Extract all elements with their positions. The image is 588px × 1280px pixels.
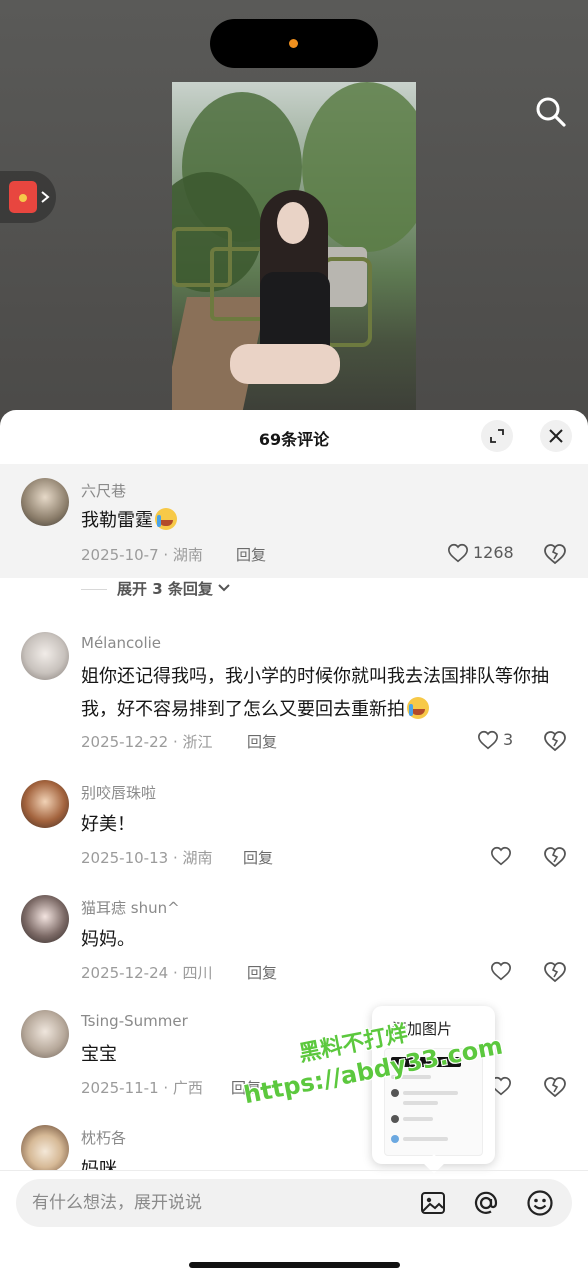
comment-item[interactable]: 别咬唇珠啦 好美！ 2025-10-13 · 湖南 回复 — [0, 772, 588, 872]
broken-heart-icon — [544, 1077, 566, 1098]
like-button[interactable]: 1268 — [447, 542, 517, 566]
reply-button[interactable]: 回复 — [247, 962, 277, 983]
like-button[interactable]: 3 — [477, 729, 517, 753]
comment-username[interactable]: Mélancolie — [81, 634, 161, 652]
at-icon[interactable] — [472, 1189, 500, 1217]
reply-button[interactable]: 回复 — [243, 847, 273, 868]
avatar[interactable] — [21, 895, 69, 943]
video-area[interactable] — [0, 0, 588, 430]
like-count: 1268 — [473, 543, 514, 562]
comment-username[interactable]: 别咬唇珠啦 — [81, 782, 156, 803]
chevron-down-icon — [218, 584, 230, 592]
avatar[interactable] — [21, 478, 69, 526]
dislike-button[interactable] — [543, 542, 567, 566]
heart-icon — [491, 846, 511, 866]
comment-text: 妈妈。 — [81, 923, 571, 956]
recent-screenshot-thumbnail[interactable] — [384, 1048, 483, 1156]
heart-icon — [491, 961, 511, 981]
broken-heart-icon — [544, 544, 566, 565]
comment-input-bar — [16, 1179, 572, 1227]
expand-replies-button[interactable]: 展开 3 条回复 — [81, 578, 230, 599]
comment-text: 好美！ — [81, 808, 571, 841]
avatar[interactable] — [21, 1125, 69, 1170]
avatar[interactable] — [21, 1010, 69, 1058]
comment-date-location: 2025-11-1 · 广西 — [81, 1079, 203, 1097]
comment-body: 姐你还记得我吗，我小学的时候你就叫我去法国排队等你抽我，好不容易排到了怎么又要回… — [81, 666, 549, 720]
comment-item[interactable]: Mélancolie 姐你还记得我吗，我小学的时候你就叫我去法国排队等你抽我，好… — [0, 624, 588, 754]
red-packet-button[interactable] — [0, 171, 56, 223]
chevron-right-icon — [41, 191, 50, 203]
close-button[interactable] — [540, 420, 572, 452]
comment-date-location: 2025-12-24 · 四川 — [81, 964, 213, 982]
add-image-label[interactable]: 添加图片 — [392, 1018, 452, 1039]
comment-body: 宝宝 — [81, 1044, 117, 1065]
crying-emoji-icon — [155, 508, 177, 530]
video-frame-photo[interactable] — [172, 82, 416, 430]
comment-date-location: 2025-12-22 · 浙江 — [81, 733, 213, 751]
comment-date-location: 2025-10-13 · 湖南 — [81, 849, 213, 867]
comment-body: 好美！ — [81, 814, 135, 835]
dislike-button[interactable] — [543, 729, 567, 753]
comment-item[interactable]: 六尺巷 我勒雷霆 2025-10-7 · 湖南 回复 1268 — [0, 464, 588, 578]
comment-text: 我勒雷霆 — [81, 504, 571, 537]
comment-item[interactable]: Tsing-Summer 宝宝 2025-11-1 · 广西 回复 — [0, 1002, 588, 1102]
comment-username[interactable]: 六尺巷 — [81, 480, 126, 501]
expand-replies-label: 展开 3 条回复 — [117, 580, 213, 598]
comment-body: 我勒雷霆 — [81, 510, 153, 531]
camera-indicator-dot — [289, 39, 298, 48]
comment-username[interactable]: 猫耳痣 shun^ — [81, 897, 180, 918]
comment-body: 妈咪 — [81, 1159, 117, 1170]
comment-body: 妈妈。 — [81, 929, 135, 950]
comment-username[interactable]: Tsing-Summer — [81, 1012, 188, 1030]
dislike-button[interactable] — [543, 960, 567, 984]
broken-heart-icon — [544, 962, 566, 983]
red-packet-icon — [9, 181, 37, 213]
dislike-button[interactable] — [543, 845, 567, 869]
dynamic-island — [210, 19, 378, 68]
comment-item[interactable]: 枕朽各 妈咪 — [0, 1117, 588, 1170]
expand-button[interactable] — [481, 420, 513, 452]
search-icon[interactable] — [533, 94, 569, 130]
image-icon[interactable] — [419, 1189, 447, 1217]
heart-icon — [448, 543, 468, 563]
like-button[interactable] — [490, 845, 514, 869]
input-divider — [0, 1170, 588, 1171]
reply-button[interactable]: 回复 — [247, 731, 277, 752]
heart-icon — [478, 730, 498, 750]
like-count: 3 — [503, 730, 514, 749]
crying-emoji-icon — [407, 697, 429, 719]
reply-button[interactable]: 回复 — [236, 544, 266, 565]
avatar[interactable] — [21, 632, 69, 680]
close-icon — [549, 429, 563, 443]
sheet-header: 69条评论 — [0, 410, 588, 464]
comment-username[interactable]: 枕朽各 — [81, 1127, 126, 1148]
expand-icon — [490, 429, 504, 443]
comment-text: 妈咪 — [81, 1153, 571, 1170]
comment-date-location: 2025-10-7 · 湖南 — [81, 546, 203, 564]
comment-text: 姐你还记得我吗，我小学的时候你就叫我去法国排队等你抽我，好不容易排到了怎么又要回… — [81, 660, 571, 726]
broken-heart-icon — [544, 731, 566, 752]
reply-button[interactable]: 回复 — [231, 1077, 261, 1098]
add-image-popup[interactable]: 添加图片 — [372, 1006, 495, 1164]
like-button[interactable] — [490, 960, 514, 984]
comments-sheet: 69条评论 六尺巷 我勒雷霆 2025-10-7 · 湖南 回复 1268 展开… — [0, 410, 588, 1280]
dislike-button[interactable] — [543, 1075, 567, 1099]
emoji-icon[interactable] — [526, 1189, 554, 1217]
comment-item[interactable]: 猫耳痣 shun^ 妈妈。 2025-12-24 · 四川 回复 — [0, 887, 588, 987]
broken-heart-icon — [544, 847, 566, 868]
home-indicator — [189, 1262, 400, 1268]
comment-input[interactable] — [32, 1191, 392, 1215]
avatar[interactable] — [21, 780, 69, 828]
comment-text: 宝宝 — [81, 1038, 571, 1071]
